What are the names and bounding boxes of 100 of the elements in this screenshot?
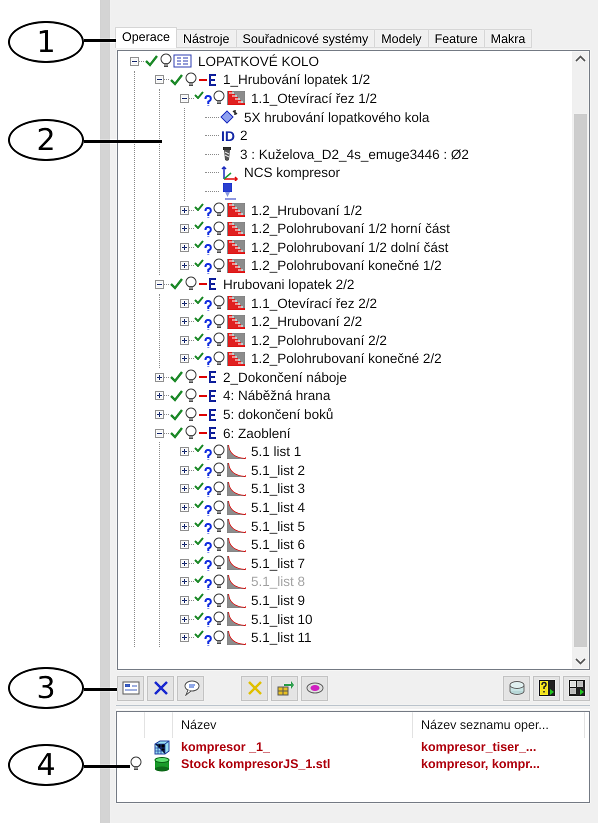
expand-toggle[interactable]: [180, 484, 189, 494]
expand-toggle[interactable]: [155, 391, 164, 400]
toolbar-button[interactable]: [563, 676, 590, 700]
speech-bubble-icon: [182, 680, 200, 696]
expand-toggle[interactable]: [180, 317, 189, 326]
tree-item-label[interactable]: 5.1_list 7: [251, 556, 306, 571]
id-label: ID: [221, 128, 235, 144]
expand-toggle[interactable]: [180, 596, 189, 606]
expand-toggle[interactable]: [180, 633, 189, 642]
tree-item-label[interactable]: 5.1_list 11: [251, 630, 312, 646]
tree-item-label[interactable]: LOPATKOVÉ KOLO: [198, 54, 320, 69]
tree-item-label[interactable]: 1.2_Polohrubovaní 2/2: [251, 332, 387, 348]
fork-icon: [198, 369, 218, 386]
question-icon: [204, 242, 212, 256]
tree-item-label[interactable]: 5.1_list 2: [251, 462, 306, 478]
tree-item-label[interactable]: 1.2_Polohrubovaní konečné 2/2: [251, 351, 442, 366]
tree-item-label[interactable]: 5.1_list 3: [251, 481, 306, 496]
expand-toggle[interactable]: [155, 372, 164, 382]
toolbar-button[interactable]: [147, 676, 174, 700]
leader-line: [84, 688, 117, 690]
expand-toggle[interactable]: [180, 503, 189, 512]
tree-item-label[interactable]: 2: [240, 128, 248, 144]
toolbar-button[interactable]: [271, 676, 298, 700]
bulb-icon: [184, 72, 198, 88]
question-icon: [204, 465, 212, 478]
tree-item-label[interactable]: 1.2_Hrubovaní 1/2: [251, 202, 362, 218]
cylinder-icon: [508, 680, 526, 696]
tree-item-label[interactable]: 1.2_Hrubovaní 2/2: [251, 314, 362, 330]
tree-item-label[interactable]: Hrubovani lopatek 2/2: [223, 276, 354, 292]
question-icon: [204, 335, 212, 348]
roughing-icon: [226, 332, 246, 348]
expand-toggle[interactable]: [155, 280, 164, 289]
tree-item-label[interactable]: 5.1_list 10: [251, 612, 313, 627]
expand-toggle[interactable]: [180, 336, 189, 345]
tree-item-label[interactable]: 1.2_Polohrubovaní konečné 1/2: [251, 258, 442, 274]
axes-icon: [219, 164, 239, 181]
tree-item-label[interactable]: 1.2_Polohrubovaní 1/2 horní část: [251, 221, 450, 236]
expand-toggle[interactable]: [180, 242, 189, 252]
expand-toggle[interactable]: [155, 75, 164, 84]
tree-item-label[interactable]: 5.1 list 1: [251, 444, 302, 460]
expand-toggle[interactable]: [180, 614, 189, 624]
roughing-icon: [226, 220, 246, 237]
bulb-icon: [212, 295, 226, 312]
expand-toggle[interactable]: [180, 558, 189, 568]
expand-toggle[interactable]: [180, 540, 189, 550]
bulb-icon: [212, 332, 226, 348]
document-icon: [173, 53, 193, 70]
tree-item-label[interactable]: 3 : Kuželova_D2_4s_emuge3446 : Ø2: [240, 146, 469, 162]
scrollbar-thumb[interactable]: [574, 114, 587, 647]
expand-toggle[interactable]: [180, 261, 189, 270]
leader-line: [84, 39, 116, 42]
toolbar-button[interactable]: [177, 676, 204, 700]
bulb-icon: [212, 574, 226, 590]
tree-item-label[interactable]: 1.1_Otevírací řez 1/2: [251, 90, 378, 106]
expand-toggle[interactable]: [155, 428, 164, 438]
tree-item-label[interactable]: 5.1_list 4: [251, 500, 306, 516]
tree-item-label[interactable]: NCS kompresor: [244, 165, 340, 180]
scrollbar[interactable]: [572, 51, 589, 669]
expand-toggle[interactable]: [180, 522, 189, 531]
expand-toggle[interactable]: [180, 466, 189, 475]
tree-item-label[interactable]: 1.1_Otevírací řez 2/2: [251, 296, 378, 311]
question-icon: [204, 558, 212, 572]
expand-toggle[interactable]: [180, 94, 189, 103]
expand-toggle[interactable]: [130, 56, 139, 66]
expand-toggle[interactable]: [180, 206, 189, 215]
delete-icon: [152, 680, 168, 696]
expand-toggle[interactable]: [180, 298, 189, 308]
expand-toggle[interactable]: [180, 354, 189, 364]
tab[interactable]: Souřadnicové systémy: [236, 29, 376, 48]
tree-item-label[interactable]: 6: Zaoblení: [223, 426, 291, 441]
tree-item-label[interactable]: 5: dokončení boků: [223, 407, 334, 422]
column-header[interactable]: Název seznamu oper...: [413, 712, 585, 738]
tree-item-label[interactable]: 5.1_list 9: [251, 593, 306, 608]
question-icon: [204, 446, 212, 460]
check-icon: [169, 406, 184, 423]
tab[interactable]: Modely: [374, 29, 429, 48]
fork-icon: [198, 406, 218, 423]
expand-toggle[interactable]: [155, 410, 164, 420]
tree-item-label[interactable]: 5.1_list 6: [251, 537, 306, 552]
fork-icon: [198, 72, 218, 88]
tab[interactable]: Makra: [484, 29, 532, 48]
expand-toggle[interactable]: [180, 224, 189, 234]
column-header[interactable]: Název: [173, 712, 413, 738]
finishing-icon: [226, 555, 246, 572]
toolbar-button[interactable]: [533, 676, 560, 700]
bulb-icon: [159, 53, 173, 70]
tree-item-label[interactable]: 4: Náběžná hrana: [223, 388, 330, 404]
tab[interactable]: Nástroje: [176, 29, 236, 48]
tree-item-label[interactable]: 5.1_list 5: [251, 518, 306, 534]
toolbar-button[interactable]: [117, 676, 144, 700]
roughing-icon: [226, 202, 246, 218]
expand-toggle[interactable]: [180, 447, 189, 456]
tree-item-label[interactable]: 5X hrubování lopatkového kola: [244, 110, 430, 125]
question-icon: [204, 502, 212, 516]
tree-item-label[interactable]: 1_Hrubování lopatek 1/2: [223, 72, 370, 88]
tree-item-label[interactable]: 1.2_Polohrubovaní 1/2 dolní část: [251, 240, 448, 255]
callout-number: 2: [8, 119, 84, 161]
tab[interactable]: Feature: [428, 29, 485, 48]
tree-item-label[interactable]: 2_Dokončení náboje: [223, 370, 347, 385]
tab[interactable]: Operace: [115, 27, 177, 48]
